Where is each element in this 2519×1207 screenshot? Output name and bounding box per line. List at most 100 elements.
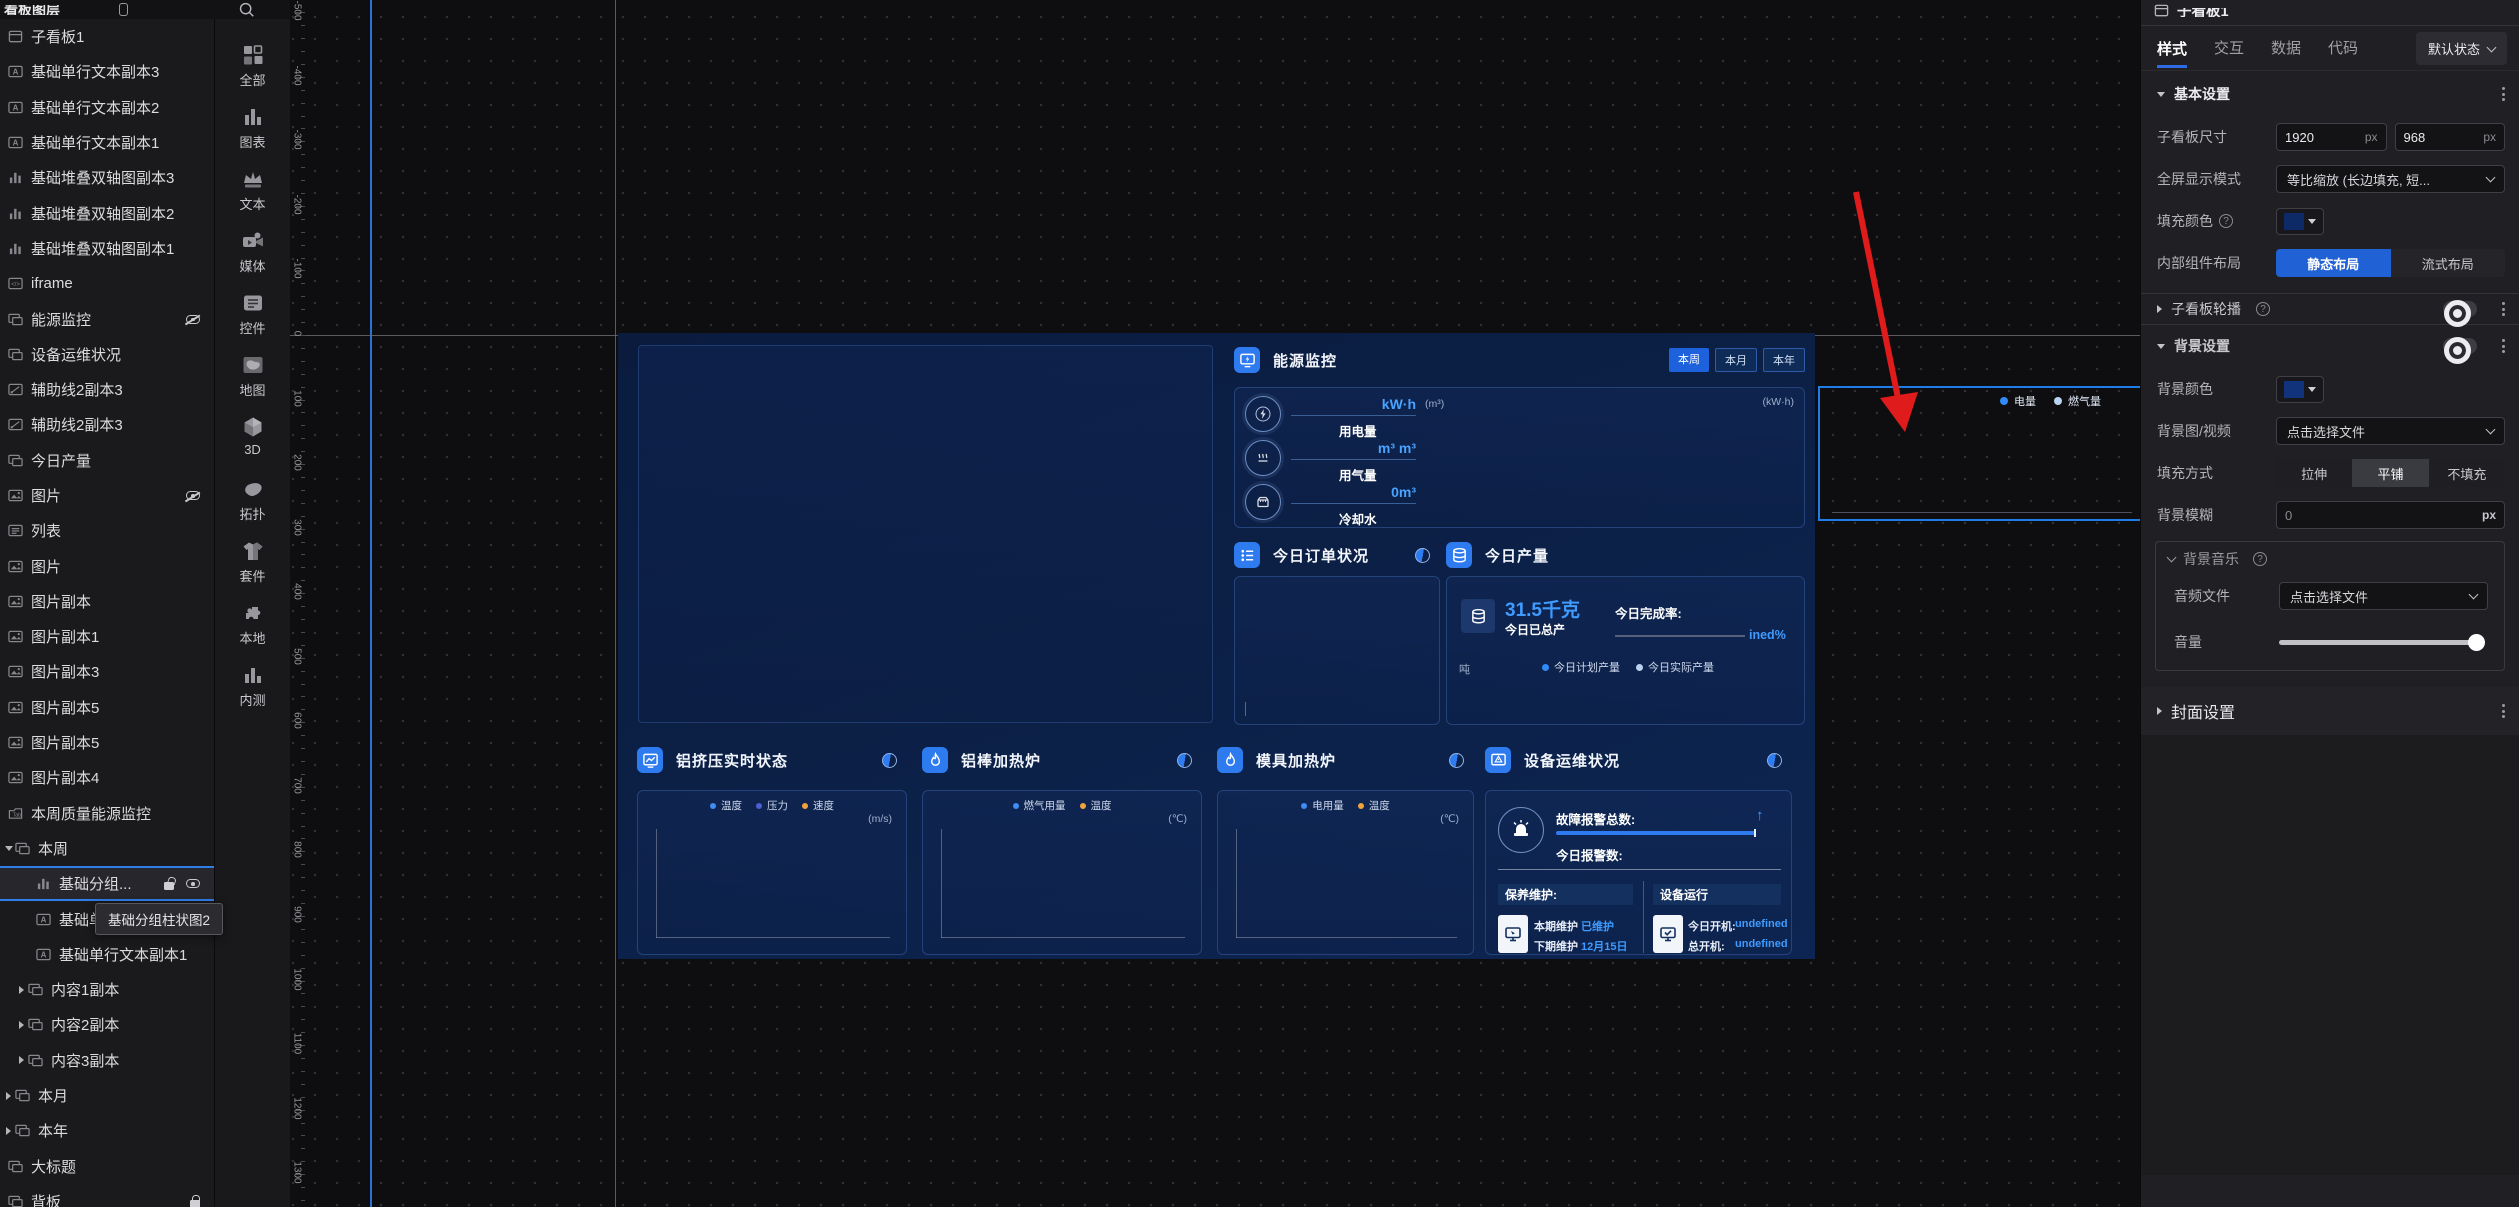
layer-item[interactable]: 本月 — [0, 1078, 214, 1113]
section-background[interactable]: 背景设置 — [2141, 331, 2519, 361]
toolbar-item-内测[interactable]: 内测 — [215, 663, 290, 709]
kebab-menu-icon[interactable] — [2502, 339, 2505, 353]
pie-icon[interactable] — [1177, 753, 1192, 768]
lock-icon[interactable] — [190, 1200, 200, 1207]
layer-item[interactable]: 今日产量 — [0, 443, 214, 478]
pie-icon[interactable] — [1449, 753, 1464, 768]
layer-item[interactable]: A基础单行文本副本2 — [0, 90, 214, 125]
expand-right-icon[interactable] — [2, 1127, 15, 1135]
section-carousel[interactable]: 子看板轮播 ? — [2141, 294, 2519, 324]
layer-item[interactable]: 本年 — [0, 1113, 214, 1148]
toolbar-item-3D[interactable]: 3D — [215, 415, 290, 457]
tab-interaction[interactable]: 交互 — [2214, 37, 2244, 60]
eye-slash-icon[interactable] — [186, 491, 200, 500]
help-icon[interactable]: ? — [2219, 214, 2233, 228]
layer-item[interactable]: 辅助线2副本3 — [0, 372, 214, 407]
search-icon[interactable] — [238, 1, 255, 23]
layer-item[interactable]: 内容3副本 — [0, 1043, 214, 1078]
toolbar-item-地图[interactable]: 地图 — [215, 353, 290, 399]
eye-icon[interactable] — [186, 879, 200, 888]
layout-flow-button[interactable]: 流式布局 — [2391, 249, 2506, 277]
toolbar-item-拓扑[interactable]: 拓扑 — [215, 477, 290, 523]
help-icon[interactable]: ? — [2253, 552, 2267, 566]
guide-line-vertical[interactable] — [370, 0, 372, 1207]
layer-item[interactable]: 能源监控 — [0, 301, 214, 336]
layer-item[interactable]: 图片副本4 — [0, 760, 214, 795]
layer-item[interactable]: Tab本周质量能源监控 — [0, 796, 214, 831]
fill-color-picker[interactable] — [2276, 208, 2324, 235]
layer-item[interactable]: 辅助线2副本3 — [0, 407, 214, 442]
fill-none-button[interactable]: 不填充 — [2429, 459, 2505, 487]
toolbar-item-控件[interactable]: 控件 — [215, 291, 290, 337]
toolbar-item-本地[interactable]: 本地 — [215, 601, 290, 647]
pie-icon[interactable] — [1415, 548, 1430, 563]
layer-item[interactable]: 图片 — [0, 548, 214, 583]
toolbar-item-图表[interactable]: 图表 — [215, 105, 290, 151]
layer-item[interactable]: 本周 — [0, 831, 214, 866]
energy-tab-本月[interactable]: 本月 — [1715, 348, 1757, 372]
pie-icon[interactable] — [882, 753, 897, 768]
layer-item[interactable]: 内容2副本 — [0, 1007, 214, 1042]
height-input[interactable]: 968px — [2395, 123, 2506, 151]
expand-right-icon[interactable] — [15, 1056, 28, 1064]
fullscreen-mode-select[interactable]: 等比缩放 (长边填充, 短... — [2276, 165, 2505, 193]
layer-item[interactable]: 基础堆叠双轴图副本2 — [0, 195, 214, 230]
layer-item[interactable]: A基础单行文本副本1 — [0, 937, 214, 972]
eye-slash-icon[interactable] — [186, 315, 200, 324]
expand-right-icon[interactable] — [2, 1092, 15, 1100]
section-basic[interactable]: 基本设置 — [2141, 79, 2519, 109]
fill-stretch-button[interactable]: 拉伸 — [2276, 459, 2352, 487]
layer-item[interactable]: 基础堆叠双轴图副本3 — [0, 160, 214, 195]
layer-item[interactable]: A基础单行文本副本1 — [0, 125, 214, 160]
empty-panel[interactable] — [638, 345, 1213, 723]
layer-item[interactable]: 图片副本3 — [0, 654, 214, 689]
tab-style[interactable]: 样式 — [2157, 38, 2187, 68]
layer-item[interactable]: 图片副本5 — [0, 690, 214, 725]
state-selector[interactable]: 默认状态 — [2416, 32, 2507, 65]
bg-music-header[interactable]: 背景音乐 ? — [2158, 544, 2502, 574]
carousel-toggle[interactable] — [2443, 301, 2477, 317]
toolbar-item-套件[interactable]: 套件 — [215, 539, 290, 585]
layer-item[interactable]: 内容1副本 — [0, 972, 214, 1007]
width-input[interactable]: 1920px — [2276, 123, 2387, 151]
help-icon[interactable]: ? — [2256, 302, 2270, 316]
lock-open-icon[interactable] — [164, 882, 174, 890]
section-cover[interactable]: 封面设置 — [2141, 687, 2519, 735]
toolbar-item-媒体[interactable]: 媒体 — [215, 229, 290, 275]
layer-item[interactable]: 设备运维状况 — [0, 337, 214, 372]
layer-item[interactable]: 列表 — [0, 513, 214, 548]
volume-slider[interactable] — [2279, 640, 2482, 645]
expand-right-icon[interactable] — [15, 1021, 28, 1029]
guide-line-vertical-gray[interactable] — [615, 0, 616, 1207]
layout-static-button[interactable]: 静态布局 — [2276, 249, 2391, 277]
audio-file-select[interactable]: 点击选择文件 — [2279, 582, 2488, 610]
fill-tile-button[interactable]: 平铺 — [2352, 459, 2428, 487]
background-toggle[interactable] — [2443, 338, 2477, 354]
bg-media-select[interactable]: 点击选择文件 — [2276, 417, 2505, 445]
expand-right-icon[interactable] — [15, 986, 28, 994]
layer-item[interactable]: 背板 — [0, 1184, 214, 1207]
subboard-preview[interactable]: 能源监控 本周本月本年 kW·h用电量m³ m³用气量0m³冷却水 (m³) (… — [618, 333, 1815, 959]
layer-item[interactable]: 大标题 — [0, 1149, 214, 1184]
expand-down-icon[interactable] — [2, 846, 15, 851]
tab-code[interactable]: 代码 — [2328, 37, 2358, 60]
layer-item[interactable]: 子看板1 — [0, 19, 214, 54]
toolbar-item-全部[interactable]: 全部 — [215, 43, 290, 89]
toolbar-item-文本[interactable]: 文本 — [215, 167, 290, 213]
collapse-panel-icon[interactable] — [119, 3, 128, 16]
bg-blur-input[interactable]: 0 px — [2276, 501, 2505, 529]
selected-component-box[interactable]: 电量燃气量 — [1818, 386, 2140, 521]
layer-item[interactable]: A基础单行文本副本3 — [0, 54, 214, 89]
layer-item[interactable]: 基础分组... — [0, 866, 214, 901]
tab-data[interactable]: 数据 — [2271, 37, 2301, 60]
pie-icon[interactable] — [1767, 753, 1782, 768]
layer-item[interactable]: 图片 — [0, 478, 214, 513]
energy-tab-本周[interactable]: 本周 — [1669, 348, 1709, 372]
layer-item[interactable]: 图片副本1 — [0, 619, 214, 654]
layer-item[interactable]: 基础堆叠双轴图副本1 — [0, 231, 214, 266]
kebab-menu-icon[interactable] — [2502, 302, 2505, 316]
kebab-menu-icon[interactable] — [2502, 704, 2505, 718]
layer-item[interactable]: 图片副本5 — [0, 725, 214, 760]
kebab-menu-icon[interactable] — [2502, 87, 2505, 101]
energy-tab-本年[interactable]: 本年 — [1763, 348, 1805, 372]
